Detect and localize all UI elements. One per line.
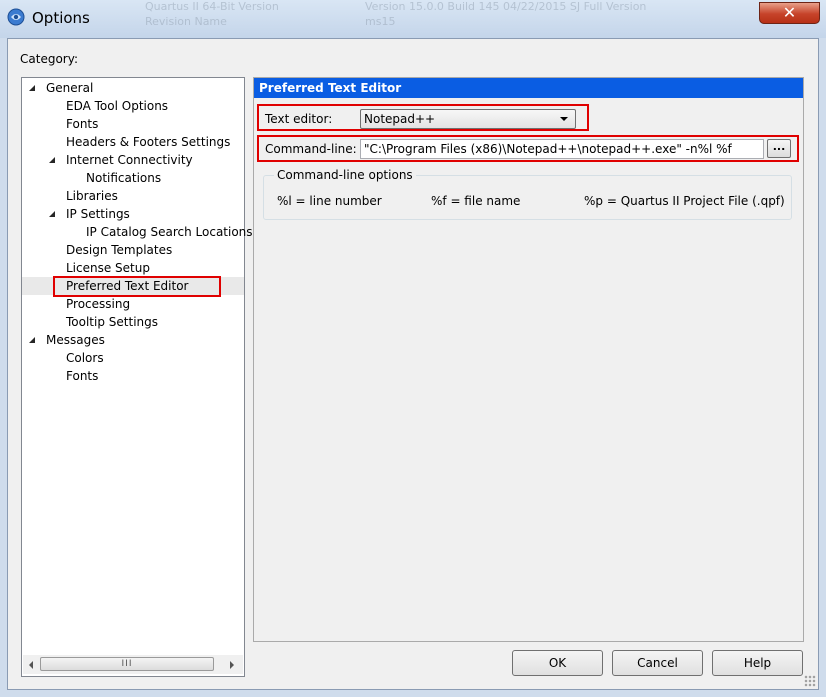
category-label: Category:: [20, 52, 78, 66]
window-title: Options: [32, 9, 90, 27]
preferred-text-editor-panel: Preferred Text Editor Text editor: Notep…: [253, 77, 804, 642]
panel-header: Preferred Text Editor: [254, 78, 803, 98]
background-row1-label: Quartus II 64-Bit Version: [145, 0, 279, 13]
tree-item[interactable]: IP Settings: [66, 205, 130, 223]
group-title: Command-line options: [274, 167, 416, 183]
tree-item[interactable]: Messages: [46, 331, 105, 349]
tree-item[interactable]: Internet Connectivity: [66, 151, 193, 169]
expand-arrow-icon[interactable]: [49, 211, 55, 217]
scroll-grip-icon: III: [121, 659, 133, 669]
scroll-left-icon[interactable]: [29, 661, 33, 669]
tree-item[interactable]: License Setup: [66, 259, 150, 277]
resize-grip-icon[interactable]: [804, 675, 816, 687]
background-row2-label: Revision Name: [145, 15, 227, 28]
scroll-thumb[interactable]: III: [40, 657, 214, 671]
tree-item[interactable]: Processing: [66, 295, 130, 313]
option-line-number: %l = line number: [277, 194, 382, 208]
help-button[interactable]: Help: [712, 650, 803, 676]
text-editor-value: Notepad++: [364, 112, 436, 126]
browse-button[interactable]: ...: [767, 139, 791, 158]
command-line-input[interactable]: [360, 139, 764, 159]
expand-arrow-icon[interactable]: [29, 85, 35, 91]
option-project-file: %p = Quartus II Project File (.qpf): [584, 194, 785, 208]
text-editor-combo[interactable]: Notepad++: [360, 109, 576, 129]
ok-button[interactable]: OK: [512, 650, 603, 676]
text-editor-label: Text editor:: [265, 112, 333, 126]
expand-arrow-icon[interactable]: [49, 157, 55, 163]
option-file-name: %f = file name: [431, 194, 521, 208]
expand-arrow-icon[interactable]: [29, 337, 35, 343]
close-button[interactable]: ✕: [759, 2, 820, 24]
close-icon: ✕: [782, 3, 797, 22]
tree-item[interactable]: Tooltip Settings: [66, 313, 158, 331]
tree-horizontal-scrollbar[interactable]: III: [23, 655, 243, 674]
quartus-app-icon: [7, 8, 25, 26]
command-line-label: Command-line:: [265, 142, 357, 156]
tree-selected-highlight-box: [53, 276, 221, 297]
tree-item[interactable]: General: [46, 79, 93, 97]
tree-item[interactable]: Headers & Footers Settings: [66, 133, 230, 151]
dialog-client-area: Category: General EDA Tool Options Fonts He…: [7, 38, 819, 690]
tree-item[interactable]: Fonts: [66, 115, 98, 133]
tree-item[interactable]: Notifications: [86, 169, 161, 187]
tree-item[interactable]: Design Templates: [66, 241, 172, 259]
background-row1-value: Version 15.0.0 Build 145 04/22/2015 SJ F…: [365, 0, 647, 13]
category-tree[interactable]: General EDA Tool Options Fonts Headers & Fo…: [21, 77, 253, 677]
tree-item[interactable]: Colors: [66, 349, 104, 367]
command-line-options-group: Command-line options %l = line number %f…: [263, 167, 792, 220]
scroll-right-icon[interactable]: [230, 661, 234, 669]
tree-item[interactable]: EDA Tool Options: [66, 97, 168, 115]
chevron-down-icon: [560, 117, 568, 121]
cancel-button[interactable]: Cancel: [612, 650, 703, 676]
tree-item[interactable]: Fonts: [66, 367, 98, 385]
tree-item[interactable]: IP Catalog Search Locations: [86, 223, 253, 241]
title-bar[interactable]: Options Quartus II 64-Bit Version Versio…: [0, 0, 826, 38]
background-row2-value: ms15: [365, 15, 396, 28]
tree-item[interactable]: Libraries: [66, 187, 118, 205]
